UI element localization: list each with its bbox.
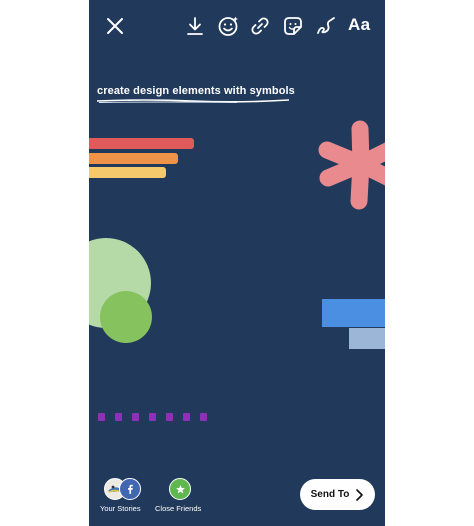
- facebook-icon: [119, 478, 141, 500]
- top-toolbar: Aa: [89, 0, 385, 50]
- draw-icon[interactable]: [314, 14, 338, 38]
- download-icon[interactable]: [183, 14, 207, 38]
- face-effects-icon[interactable]: [216, 14, 240, 38]
- link-icon[interactable]: [248, 14, 272, 38]
- star-icon: [169, 478, 191, 500]
- caption-text[interactable]: create design elements with symbols: [97, 85, 295, 97]
- purple-dot-shape[interactable]: [200, 413, 207, 421]
- send-to-label: Send To: [310, 489, 350, 500]
- sticker-icon[interactable]: [281, 14, 305, 38]
- story-canvas[interactable]: Aa create design elements with symbols Y…: [89, 0, 385, 526]
- send-to-button[interactable]: Send To: [300, 479, 375, 510]
- purple-dot-shape[interactable]: [115, 413, 122, 421]
- close-friends-label: Close Friends: [155, 504, 202, 513]
- green-circle-shape[interactable]: [100, 291, 152, 343]
- text-tool-button[interactable]: Aa: [348, 15, 370, 35]
- chevron-right-icon: [356, 488, 364, 501]
- close-icon[interactable]: [103, 14, 127, 38]
- orange-bar-shape[interactable]: [89, 153, 178, 164]
- red-bar-shape[interactable]: [89, 138, 194, 149]
- light-blue-rectangle-shape[interactable]: [349, 328, 385, 349]
- your-stories-button[interactable]: Your Stories: [99, 477, 149, 517]
- caption-underline-scribble: [97, 99, 289, 103]
- yellow-bar-shape[interactable]: [89, 167, 166, 178]
- your-stories-label: Your Stories: [100, 504, 141, 513]
- purple-dot-shape[interactable]: [183, 413, 190, 421]
- close-friends-button[interactable]: Close Friends: [153, 477, 209, 517]
- purple-dot-shape[interactable]: [149, 413, 156, 421]
- blue-rectangle-shape[interactable]: [322, 299, 385, 327]
- asterisk-shape[interactable]: [315, 118, 385, 210]
- purple-dot-shape[interactable]: [132, 413, 139, 421]
- purple-dot-shape[interactable]: [166, 413, 173, 421]
- purple-dot-shape[interactable]: [98, 413, 105, 421]
